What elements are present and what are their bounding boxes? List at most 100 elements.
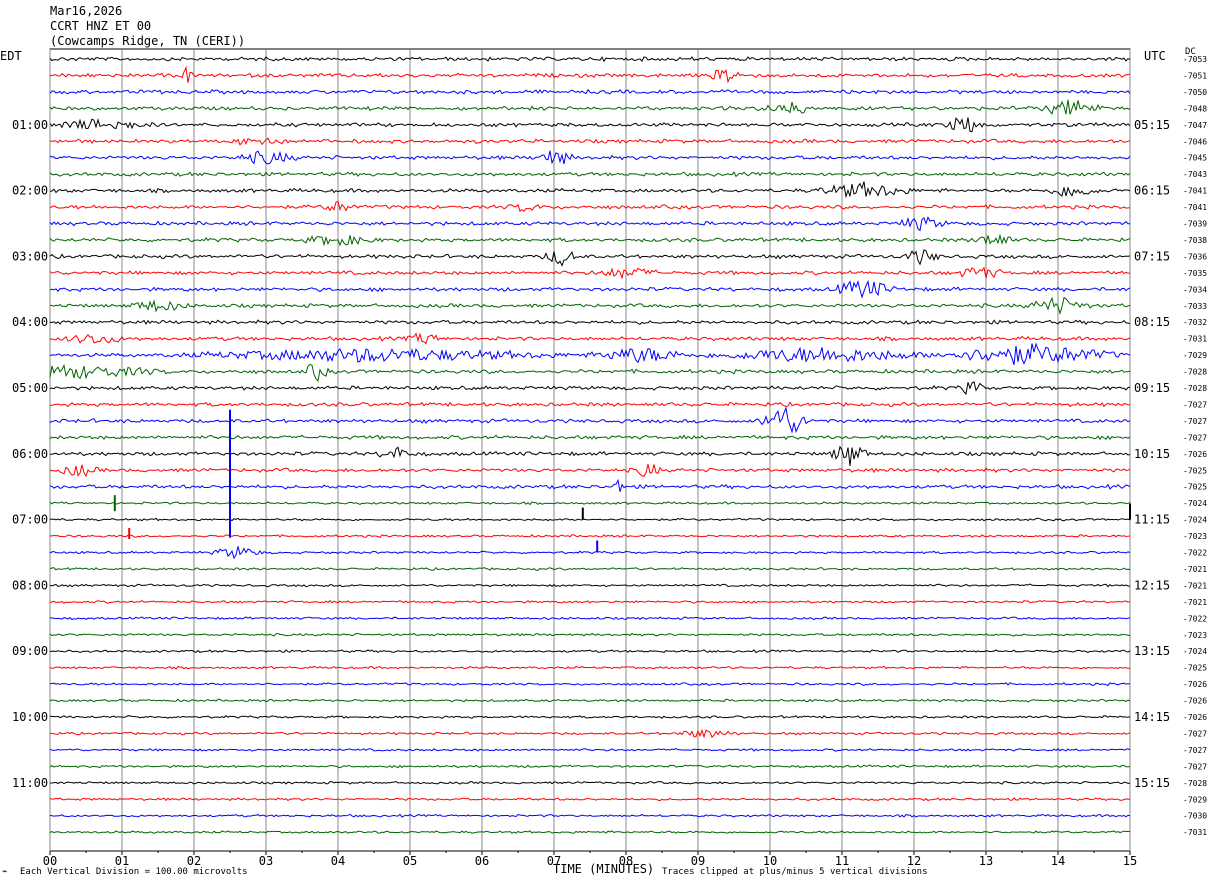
left-hour-label: 03:00	[12, 249, 48, 263]
trace-28	[49, 501, 1131, 506]
dc-offset-label: -7041	[1183, 203, 1207, 212]
trace-3	[49, 88, 1131, 95]
x-tick-label: 01	[115, 854, 129, 868]
left-hour-label: 05:00	[12, 381, 48, 395]
trace-32	[49, 566, 1131, 571]
trace-34	[49, 599, 1131, 604]
right-hour-label: 12:15	[1134, 578, 1170, 592]
left-hour-label: 04:00	[12, 315, 48, 329]
left-hour-label: 01:00	[12, 118, 48, 132]
trace-24	[49, 434, 1131, 441]
trace-36	[49, 632, 1131, 637]
dc-offset-label: -7027	[1183, 762, 1207, 771]
dc-offset-label: -7027	[1183, 417, 1207, 426]
trace-9	[49, 181, 1131, 199]
trace-2	[49, 65, 1131, 84]
trace-42	[49, 728, 1131, 739]
dc-offset-label: -7021	[1183, 581, 1207, 590]
seismogram-plot: 00 01 02 03 04 05 06 07 08 09 10 11 12 13 14 15-7053-70…	[12, 48, 1207, 868]
trace-47	[49, 813, 1131, 818]
trace-20	[49, 363, 1131, 382]
dc-offset-label: -7053	[1183, 55, 1207, 64]
trace-30	[49, 533, 1131, 539]
right-hour-label: 08:15	[1134, 315, 1170, 329]
dc-offset-label: -7021	[1183, 598, 1207, 607]
dc-offset-label: -7028	[1183, 384, 1207, 393]
x-tick-label: 12	[907, 854, 921, 868]
trace-48	[49, 830, 1130, 834]
trace-12	[49, 233, 1131, 247]
dc-offset-label: -7026	[1183, 680, 1207, 689]
trace-21	[49, 381, 1131, 396]
dc-offset-label: -7051	[1183, 71, 1207, 80]
dc-offset-label: -7032	[1183, 318, 1207, 327]
dc-offset-label: -7036	[1183, 252, 1207, 261]
x-tick-label: 04	[331, 854, 345, 868]
plot-frame	[49, 48, 1131, 852]
trace-6	[49, 137, 1131, 146]
trace-5	[49, 117, 1131, 133]
trace-38	[49, 665, 1131, 670]
right-hour-label: 15:15	[1134, 776, 1170, 790]
trace-44	[49, 764, 1131, 769]
left-hour-label: 06:00	[12, 447, 48, 461]
dc-offset-label: -7047	[1183, 121, 1207, 130]
trace-46	[49, 797, 1131, 802]
trace-25	[49, 445, 1131, 466]
trace-35	[49, 616, 1131, 621]
left-hour-label: 09:00	[12, 644, 48, 658]
trace-26	[49, 464, 1131, 478]
dc-offset-label: -7026	[1183, 450, 1207, 459]
trace-19	[49, 342, 1131, 365]
clip-note: Traces clipped at plus/minus 5 vertical …	[662, 867, 928, 877]
right-hour-label: 09:15	[1134, 381, 1170, 395]
trace-10	[49, 200, 1131, 213]
trace-22	[49, 401, 1131, 408]
dc-offset-label: -7027	[1183, 433, 1207, 442]
trace-11	[49, 216, 1130, 232]
dc-offset-label: -7029	[1183, 795, 1207, 804]
dc-offset-label: -7050	[1183, 88, 1207, 97]
dc-offset-label: -7021	[1183, 565, 1207, 574]
x-tick-label: 00	[43, 854, 57, 868]
dc-offset-label: -7046	[1183, 137, 1207, 146]
dc-offset-label: -7031	[1183, 335, 1207, 344]
dc-offset-label: -7024	[1183, 499, 1207, 508]
right-hour-label: 14:15	[1134, 710, 1170, 724]
dc-offset-label: -7024	[1183, 516, 1207, 525]
dc-offset-label: -7038	[1183, 236, 1207, 245]
x-tick-label: 15	[1123, 854, 1137, 868]
scale-icon: ⌁	[2, 867, 8, 877]
trace-33	[49, 583, 1131, 588]
x-tick-label: 03	[259, 854, 273, 868]
scale-note: Each Vertical Division = 100.00 microvol…	[20, 867, 248, 877]
dc-offset-label: -7025	[1183, 466, 1207, 475]
x-tick-label: 09	[691, 854, 705, 868]
right-hour-label: 10:15	[1134, 447, 1170, 461]
trace-43	[49, 748, 1131, 752]
trace-4	[49, 99, 1131, 115]
dc-offset-label: -7023	[1183, 631, 1207, 640]
right-hour-label: 13:15	[1134, 644, 1170, 658]
dc-offset-label: -7025	[1183, 483, 1207, 492]
dc-offset-label: -7045	[1183, 154, 1207, 163]
left-hour-label: 07:00	[12, 513, 48, 527]
trace-8	[49, 171, 1131, 178]
dc-offset-label: -7027	[1183, 729, 1207, 738]
dc-offset-label: -7026	[1183, 697, 1207, 706]
dc-offset-label: -7028	[1183, 779, 1207, 788]
dc-offset-label: -7030	[1183, 812, 1207, 821]
dc-offset-label: -7027	[1183, 400, 1207, 409]
trace-39	[49, 682, 1131, 687]
trace-27	[49, 478, 1131, 492]
right-hour-label: 06:15	[1134, 184, 1170, 198]
trace-18	[49, 332, 1131, 345]
trace-37	[49, 649, 1131, 654]
dc-offset-label: -7033	[1183, 302, 1207, 311]
trace-1	[49, 56, 1131, 63]
x-tick-label: 06	[475, 854, 489, 868]
x-tick-label: 02	[187, 854, 201, 868]
dc-offset-label: -7034	[1183, 285, 1207, 294]
dc-offset-label: -7027	[1183, 746, 1207, 755]
dc-offset-label: -7041	[1183, 187, 1207, 196]
